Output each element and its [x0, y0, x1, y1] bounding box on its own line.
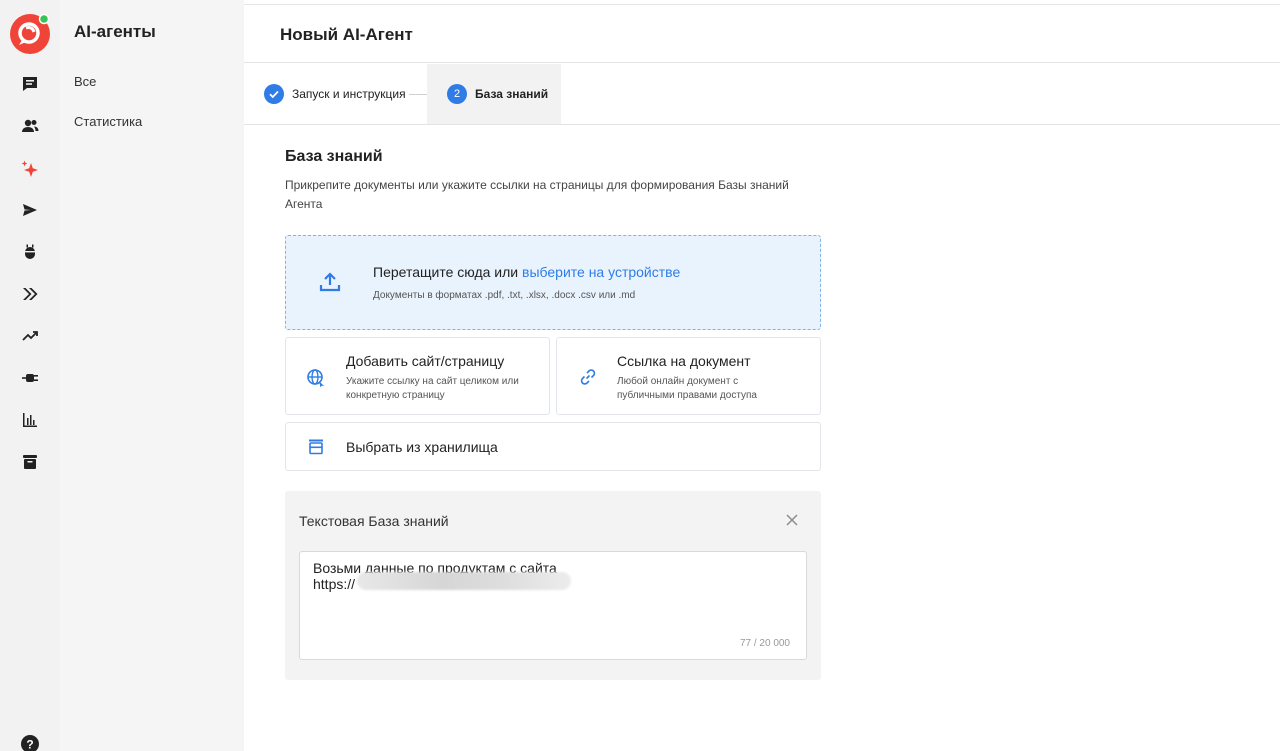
globe-link-icon — [306, 368, 326, 388]
sidebar-title: AI-агенты — [74, 22, 156, 41]
add-site-subtitle: Укажите ссылку на сайт целиком или конкр… — [346, 376, 519, 401]
wizard-stepper: Запуск и инструкция 2 База знаний — [244, 64, 1280, 125]
ai-agents-sidebar: AI-агенты Все Статистика — [60, 0, 244, 751]
dropzone-formats: Документы в форматах .pdf, .txt, .xlsx, … — [373, 290, 636, 301]
sidebar-item-all[interactable]: Все — [74, 74, 96, 89]
bot-icon[interactable] — [18, 240, 42, 264]
page-header: Новый AI-Агент — [244, 5, 1280, 63]
doc-link-title: Ссылка на документ — [617, 353, 751, 369]
file-dropzone[interactable]: Перетащите сюда или выберите на устройст… — [285, 235, 821, 330]
forward-icon[interactable] — [18, 282, 42, 306]
doc-link-subtitle: Любой онлайн документ с публичными права… — [617, 376, 757, 401]
plug-icon[interactable] — [18, 366, 42, 390]
chat-icon[interactable] — [18, 72, 42, 96]
storage-icon — [306, 437, 326, 457]
sidebar-item-statistics[interactable]: Статистика — [74, 114, 142, 129]
step-label: База знаний — [475, 87, 549, 101]
bar-chart-icon[interactable] — [18, 408, 42, 432]
step-launch-instructions[interactable]: Запуск и инструкция — [264, 64, 406, 124]
text-knowledge-base-panel: Текстовая База знаний Возьми данные по п… — [285, 491, 821, 680]
trend-icon[interactable] — [18, 324, 42, 348]
text-kb-title: Текстовая База знаний — [299, 513, 449, 529]
contacts-icon[interactable] — [18, 114, 42, 138]
help-icon[interactable]: ? — [20, 734, 40, 751]
dropzone-label: Перетащите сюда или — [373, 264, 519, 280]
choose-on-device-link[interactable]: выберите на устройстве — [522, 264, 680, 280]
send-icon[interactable] — [18, 198, 42, 222]
page-title: Новый AI-Агент — [280, 25, 413, 44]
doc-link-card[interactable]: Ссылка на документ Любой онлайн документ… — [556, 337, 821, 415]
step-number: 2 — [447, 84, 467, 104]
ai-sparkle-icon[interactable] — [18, 157, 42, 181]
choose-from-storage-card[interactable]: Выбрать из хранилища — [285, 422, 821, 471]
section-title: База знаний — [285, 148, 383, 165]
character-counter: 77 / 20 000 — [739, 638, 790, 649]
step-label: Запуск и инструкция — [292, 87, 406, 101]
check-icon — [264, 84, 284, 104]
storage-title: Выбрать из хранилища — [346, 439, 498, 455]
text-kb-textarea[interactable]: Возьми данные по продуктам с сайта https… — [299, 551, 807, 660]
close-icon[interactable] — [785, 513, 799, 527]
add-site-title: Добавить сайт/страницу — [346, 353, 505, 369]
add-site-card[interactable]: Добавить сайт/страницу Укажите ссылку на… — [285, 337, 550, 415]
step-connector — [409, 94, 427, 95]
link-icon — [578, 367, 598, 387]
redacted-url-blur — [357, 572, 571, 590]
dropzone-text: Перетащите сюда или выберите на устройст… — [373, 264, 680, 280]
section-description: Прикрепите документы или укажите ссылки … — [285, 178, 789, 211]
step-knowledge-base[interactable]: 2 База знаний — [427, 64, 561, 124]
svg-text:?: ? — [26, 738, 33, 751]
app-logo[interactable] — [10, 13, 50, 54]
archive-icon[interactable] — [18, 450, 42, 474]
upload-icon — [318, 270, 342, 294]
icon-rail: ? — [0, 0, 60, 751]
